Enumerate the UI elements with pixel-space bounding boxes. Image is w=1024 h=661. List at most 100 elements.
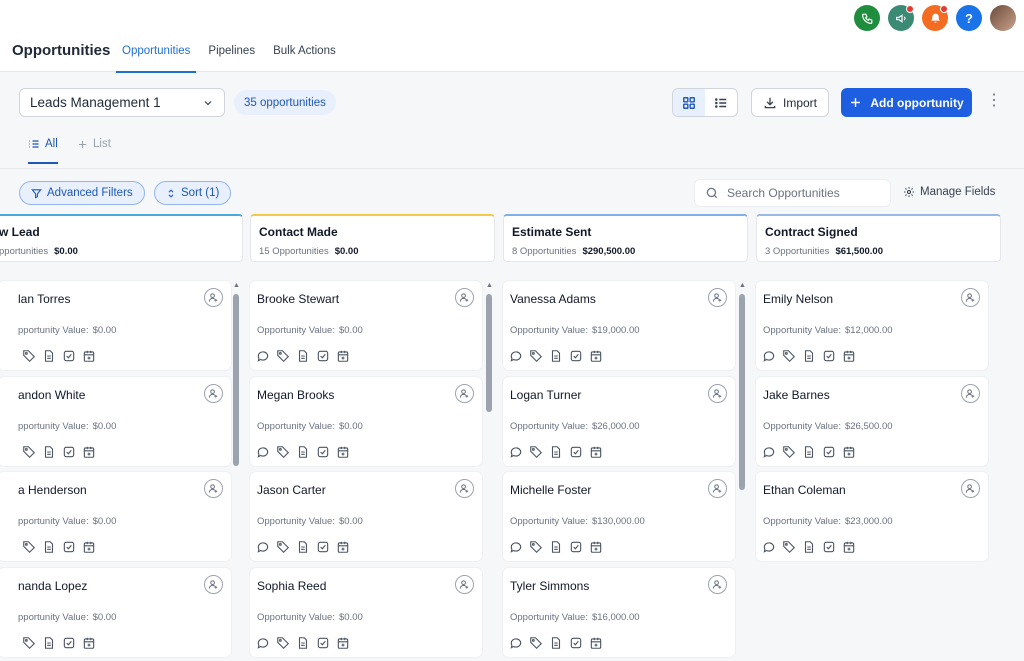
tag-icon[interactable] — [782, 349, 796, 363]
calendar-icon[interactable] — [82, 540, 96, 554]
assign-user-icon[interactable] — [961, 479, 980, 498]
tag-icon[interactable] — [276, 349, 290, 363]
chat-icon[interactable] — [762, 540, 776, 554]
document-icon[interactable] — [296, 636, 310, 650]
opportunity-card[interactable]: Sophia Reed Opportunity Value: $0.00 — [250, 568, 482, 657]
chat-icon[interactable] — [509, 636, 523, 650]
calendar-icon[interactable] — [336, 349, 350, 363]
tag-icon[interactable] — [529, 636, 543, 650]
more-options-icon[interactable]: ⋮ — [986, 93, 1002, 109]
document-icon[interactable] — [42, 636, 56, 650]
task-icon[interactable] — [822, 445, 836, 459]
calendar-icon[interactable] — [336, 636, 350, 650]
search-input[interactable] — [727, 186, 877, 200]
tag-icon[interactable] — [276, 445, 290, 459]
opportunity-card[interactable]: a Henderson pportunity Value: $0.00 — [0, 472, 231, 561]
calendar-icon[interactable] — [336, 540, 350, 554]
document-icon[interactable] — [296, 445, 310, 459]
document-icon[interactable] — [549, 349, 563, 363]
document-icon[interactable] — [549, 636, 563, 650]
task-icon[interactable] — [569, 349, 583, 363]
phone-icon[interactable] — [854, 5, 880, 31]
scroll-up-arrow[interactable]: ▲ — [739, 282, 746, 289]
task-icon[interactable] — [316, 540, 330, 554]
assign-user-icon[interactable] — [961, 384, 980, 403]
chat-icon[interactable] — [509, 540, 523, 554]
calendar-icon[interactable] — [82, 636, 96, 650]
tab-opportunities[interactable]: Opportunities — [116, 42, 197, 73]
calendar-icon[interactable] — [842, 445, 856, 459]
assign-user-icon[interactable] — [204, 575, 223, 594]
task-icon[interactable] — [569, 445, 583, 459]
task-icon[interactable] — [822, 349, 836, 363]
tag-icon[interactable] — [782, 445, 796, 459]
opportunity-card[interactable]: Brooke Stewart Opportunity Value: $0.00 — [250, 281, 482, 370]
add-list-tab[interactable]: List — [77, 138, 111, 150]
opportunity-card[interactable]: Tyler Simmons Opportunity Value: $16,000.0… — [503, 568, 735, 657]
chat-icon[interactable] — [256, 445, 270, 459]
task-icon[interactable] — [62, 349, 76, 363]
tag-icon[interactable] — [529, 540, 543, 554]
chat-icon[interactable] — [762, 445, 776, 459]
sort-button[interactable]: Sort (1) — [154, 181, 232, 205]
assign-user-icon[interactable] — [961, 288, 980, 307]
opportunity-card[interactable]: Vanessa Adams Opportunity Value: $19,000.0… — [503, 281, 735, 370]
tag-icon[interactable] — [276, 540, 290, 554]
document-icon[interactable] — [802, 349, 816, 363]
import-button[interactable]: Import — [751, 88, 829, 117]
opportunity-card[interactable]: Megan Brooks Opportunity Value: $0.00 — [250, 377, 482, 466]
task-icon[interactable] — [316, 636, 330, 650]
assign-user-icon[interactable] — [708, 384, 727, 403]
calendar-icon[interactable] — [82, 445, 96, 459]
calendar-icon[interactable] — [589, 349, 603, 363]
chat-icon[interactable] — [509, 349, 523, 363]
opportunity-card[interactable]: Ethan Coleman Opportunity Value: $23,000.0… — [756, 472, 988, 561]
calendar-icon[interactable] — [842, 349, 856, 363]
tag-icon[interactable] — [529, 349, 543, 363]
assign-user-icon[interactable] — [204, 479, 223, 498]
assign-user-icon[interactable] — [455, 384, 474, 403]
assign-user-icon[interactable] — [455, 479, 474, 498]
calendar-icon[interactable] — [82, 349, 96, 363]
scrollbar-thumb[interactable] — [233, 294, 239, 466]
tab-pipelines[interactable]: Pipelines — [202, 42, 261, 73]
document-icon[interactable] — [42, 349, 56, 363]
tag-icon[interactable] — [22, 349, 36, 363]
tag-icon[interactable] — [22, 445, 36, 459]
scroll-up-arrow[interactable]: ▲ — [233, 282, 240, 289]
task-icon[interactable] — [316, 349, 330, 363]
tag-icon[interactable] — [22, 540, 36, 554]
chat-icon[interactable] — [256, 540, 270, 554]
pipeline-select[interactable]: Leads Management 1 — [19, 88, 225, 117]
search-field[interactable] — [694, 179, 891, 207]
document-icon[interactable] — [296, 540, 310, 554]
tag-icon[interactable] — [529, 445, 543, 459]
opportunity-card[interactable]: nanda Lopez pportunity Value: $0.00 — [0, 568, 231, 657]
chat-icon[interactable] — [509, 445, 523, 459]
tag-icon[interactable] — [276, 636, 290, 650]
task-icon[interactable] — [569, 636, 583, 650]
calendar-icon[interactable] — [842, 540, 856, 554]
task-icon[interactable] — [62, 445, 76, 459]
megaphone-icon[interactable] — [888, 5, 914, 31]
document-icon[interactable] — [42, 540, 56, 554]
scroll-up-arrow[interactable]: ▲ — [486, 282, 493, 289]
manage-fields-button[interactable]: Manage Fields — [903, 186, 995, 198]
calendar-icon[interactable] — [589, 636, 603, 650]
calendar-icon[interactable] — [336, 445, 350, 459]
add-opportunity-button[interactable]: Add opportunity — [841, 88, 972, 117]
chat-icon[interactable] — [256, 636, 270, 650]
tag-icon[interactable] — [22, 636, 36, 650]
document-icon[interactable] — [549, 540, 563, 554]
scrollbar-thumb[interactable] — [739, 294, 745, 490]
user-avatar[interactable] — [990, 5, 1016, 31]
advanced-filters-button[interactable]: Advanced Filters — [19, 181, 145, 205]
opportunity-card[interactable]: Jason Carter Opportunity Value: $0.00 — [250, 472, 482, 561]
tag-icon[interactable] — [782, 540, 796, 554]
opportunity-card[interactable]: Logan Turner Opportunity Value: $26,000.00 — [503, 377, 735, 466]
help-icon[interactable]: ? — [956, 5, 982, 31]
document-icon[interactable] — [42, 445, 56, 459]
task-icon[interactable] — [62, 636, 76, 650]
tab-bulk-actions[interactable]: Bulk Actions — [267, 42, 342, 73]
task-icon[interactable] — [569, 540, 583, 554]
